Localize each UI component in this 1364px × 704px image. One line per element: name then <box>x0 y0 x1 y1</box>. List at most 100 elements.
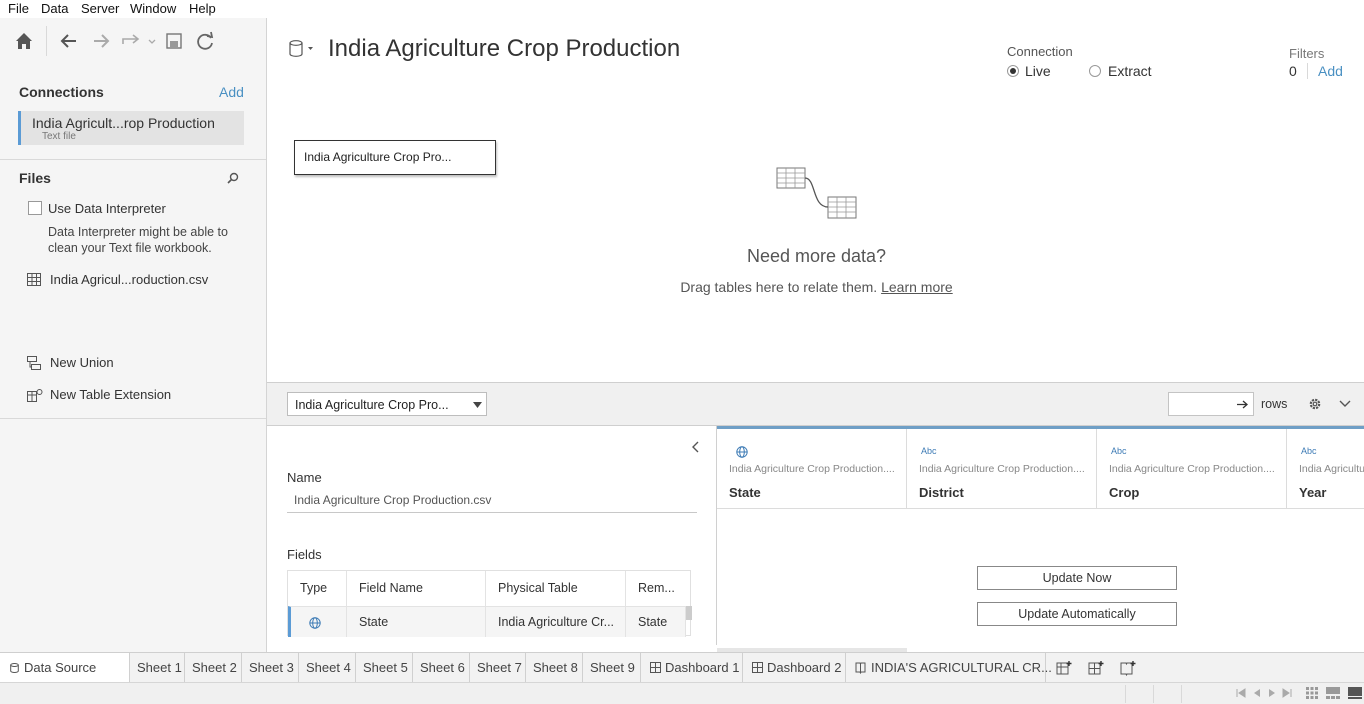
grid-view-icon[interactable] <box>1306 687 1318 699</box>
live-radio[interactable] <box>1007 65 1019 77</box>
back-icon[interactable] <box>58 30 80 52</box>
learn-more-link[interactable]: Learn more <box>881 279 953 295</box>
table-select[interactable]: India Agriculture Crop Pro... <box>287 392 487 416</box>
string-type-icon: Abc <box>1111 446 1127 456</box>
column-name: District <box>919 485 964 500</box>
dashboard-icon <box>752 662 763 673</box>
connection-item[interactable]: India Agricult...rop Production Text fil… <box>18 111 244 145</box>
grid-column-crop[interactable]: Abc India Agriculture Crop Production...… <box>1097 429 1287 509</box>
extract-radio[interactable] <box>1089 65 1101 77</box>
table-grid-icon <box>27 273 41 286</box>
tab-sheet-8[interactable]: Sheet 8 <box>526 653 583 683</box>
globe-icon <box>736 446 748 458</box>
fields-row-type[interactable] <box>288 606 347 637</box>
menu-help[interactable]: Help <box>189 1 216 16</box>
fields-header-remote[interactable]: Rem... <box>626 571 692 606</box>
canvas-table-label: India Agriculture Crop Pro... <box>304 150 452 164</box>
new-table-extension-item[interactable]: New Table Extension <box>50 387 171 402</box>
tab-data-source[interactable]: Data Source <box>0 653 130 683</box>
table-select-value: India Agriculture Crop Pro... <box>295 398 449 412</box>
prev-page-icon[interactable] <box>1252 688 1262 698</box>
column-name: Year <box>1299 485 1327 500</box>
tab-sheet-6[interactable]: Sheet 6 <box>413 653 470 683</box>
rows-input[interactable] <box>1168 392 1254 416</box>
fields-row-field-name[interactable]: State <box>347 606 486 637</box>
tabs-view-icon[interactable] <box>1348 687 1362 699</box>
tab-sheet-9[interactable]: Sheet 9 <box>583 653 641 683</box>
name-label: Name <box>287 470 322 485</box>
redo-dropdown-icon[interactable] <box>120 30 156 52</box>
update-now-button[interactable]: Update Now <box>977 566 1177 590</box>
add-connection-link[interactable]: Add <box>219 84 244 100</box>
column-name: State <box>729 485 761 500</box>
menu-data[interactable]: Data <box>41 1 68 16</box>
new-worksheet-icon[interactable] <box>1056 660 1072 676</box>
tab-sheet-2[interactable]: Sheet 2 <box>185 653 242 683</box>
page-title[interactable]: India Agriculture Crop Production <box>328 35 680 63</box>
tab-sheet-5[interactable]: Sheet 5 <box>356 653 413 683</box>
next-page-icon[interactable] <box>1267 688 1277 698</box>
arrow-right-icon[interactable] <box>1237 400 1249 409</box>
tab-sheet-3[interactable]: Sheet 3 <box>242 653 299 683</box>
datasource-cylinder-icon[interactable] <box>288 40 316 58</box>
tab-sheet-4[interactable]: Sheet 4 <box>299 653 356 683</box>
sheet-tabs-bar: Data Source Sheet 1 Sheet 2 Sheet 3 Shee… <box>0 652 1364 683</box>
data-interpreter-checkbox[interactable] <box>28 201 42 215</box>
connection-name: India Agricult...rop Production <box>32 115 215 131</box>
add-filter-link[interactable]: Add <box>1318 63 1343 79</box>
interpreter-note-line2: clean your Text file workbook. <box>48 241 212 255</box>
settings-gear-icon[interactable] <box>1308 397 1322 411</box>
string-type-icon: Abc <box>1301 446 1317 456</box>
drag-tables-label: Drag tables here to relate them. <box>680 279 878 295</box>
first-page-icon[interactable] <box>1236 688 1246 698</box>
tab-sheet-1[interactable]: Sheet 1 <box>130 653 185 683</box>
name-field-value: India Agriculture Crop Production.csv <box>294 493 492 507</box>
drag-tables-text: Drag tables here to relate them. Learn m… <box>600 279 1033 295</box>
grid-column-district[interactable]: Abc India Agriculture Crop Production...… <box>907 429 1097 509</box>
filmstrip-view-icon[interactable] <box>1326 687 1340 699</box>
fields-header-physical-table[interactable]: Physical Table <box>486 571 626 606</box>
connections-title: Connections <box>19 84 104 100</box>
fields-scrollbar[interactable] <box>686 606 692 620</box>
grid-column-year[interactable]: Abc India Agricultu Year <box>1287 429 1364 509</box>
dashboard-icon <box>650 662 661 673</box>
new-story-icon[interactable] <box>1120 660 1136 676</box>
collapse-chevron-icon[interactable] <box>692 441 700 453</box>
menu-file[interactable]: File <box>8 1 29 16</box>
file-item[interactable]: India Agricul...roduction.csv <box>50 272 208 287</box>
tab-sheet-7[interactable]: Sheet 7 <box>470 653 526 683</box>
forward-icon[interactable] <box>90 30 112 52</box>
menu-bar: File Data Server Window Help <box>0 0 1364 18</box>
menu-window[interactable]: Window <box>130 1 176 16</box>
tab-story[interactable]: INDIA'S AGRICULTURAL CR... <box>846 653 1052 683</box>
canvas-table-box[interactable]: India Agriculture Crop Pro... <box>294 140 496 175</box>
data-interpreter-label: Use Data Interpreter <box>48 201 166 216</box>
update-automatically-button[interactable]: Update Automatically <box>977 602 1177 626</box>
column-name: Crop <box>1109 485 1140 500</box>
filters-label: Filters <box>1289 46 1325 61</box>
fields-header-type[interactable]: Type <box>288 571 347 606</box>
home-icon[interactable] <box>13 30 35 52</box>
union-icon <box>27 356 41 370</box>
refresh-icon[interactable] <box>194 30 216 52</box>
new-dashboard-icon[interactable] <box>1088 660 1104 676</box>
interpreter-note-line1: Data Interpreter might be able to <box>48 225 228 239</box>
chevron-down-icon[interactable] <box>1339 400 1351 408</box>
need-more-data-heading: Need more data? <box>746 246 887 266</box>
fields-header-field-name[interactable]: Field Name <box>347 571 486 606</box>
tab-dashboard-2[interactable]: Dashboard 2 <box>743 653 846 683</box>
new-union-item[interactable]: New Union <box>50 355 114 370</box>
name-field[interactable]: India Agriculture Crop Production.csv <box>287 490 697 513</box>
grid-column-state[interactable]: India Agriculture Crop Production.... St… <box>717 429 907 509</box>
search-icon[interactable] <box>226 171 240 185</box>
dropdown-arrow-icon <box>473 402 482 408</box>
last-page-icon[interactable] <box>1282 688 1292 698</box>
tab-dashboard-1[interactable]: Dashboard 1 <box>641 653 743 683</box>
globe-icon <box>309 617 321 629</box>
save-icon[interactable] <box>163 30 185 52</box>
fields-label: Fields <box>287 547 322 562</box>
menu-server[interactable]: Server <box>81 1 119 16</box>
files-title: Files <box>19 170 51 186</box>
fields-row-physical-table: India Agriculture Cr... <box>486 606 626 637</box>
live-label: Live <box>1025 63 1051 79</box>
